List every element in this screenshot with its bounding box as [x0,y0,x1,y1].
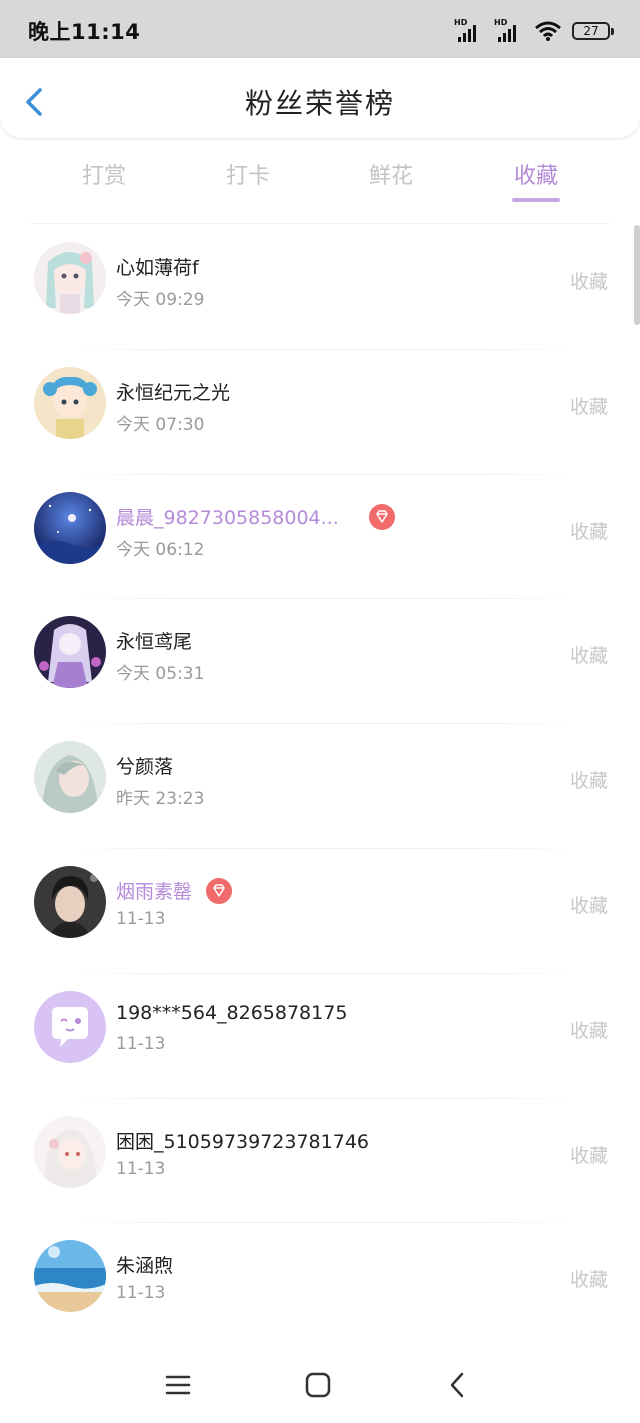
row-time: 11-13 [116,1158,166,1179]
avatar[interactable] [34,990,106,1063]
avatar[interactable] [34,242,106,314]
avatar[interactable] [34,366,106,439]
list-item[interactable]: 兮颜落 昨天 23:23 收藏 [0,724,640,849]
avatar[interactable] [34,741,106,814]
row-time: 今天 09:29 [116,290,205,310]
chevron-left-icon [450,1372,464,1398]
list-item[interactable]: 198***564_8265878175 11-13 收藏 [0,974,640,1099]
row-action-label: 收藏 [569,770,608,793]
row-time: 今天 07:30 [116,414,205,435]
avatar[interactable] [34,491,106,564]
row-action-label: 收藏 [569,395,608,418]
user-name[interactable]: 晨晨_9827305858004... [116,503,339,530]
tab-checkin[interactable]: 打卡 [208,158,288,190]
user-name[interactable]: 朱涵煦 [116,1251,173,1278]
tab-bar: 打赏 打卡 鲜花 收藏 [0,148,640,208]
row-action-label: 收藏 [569,1269,608,1292]
avatar[interactable] [34,1115,106,1188]
system-back-button[interactable] [438,1365,478,1405]
tab-flowers[interactable]: 鲜花 [351,158,431,190]
list-item[interactable]: 永恒纪元之光 今天 07:30 收藏 [0,350,640,475]
page-title: 粉丝荣誉榜 [244,87,395,120]
row-action-label: 收藏 [569,1019,608,1042]
tab-tip[interactable]: 打赏 [64,158,144,190]
user-name[interactable]: 198***564_8265878175 [116,1002,347,1024]
status-bar: 晚上11:14 HD HD 27 [0,0,640,62]
list-item[interactable]: 朱涵煦 11-13 收藏 [0,1223,640,1348]
divider [30,223,610,224]
system-nav-bar [0,1345,640,1423]
default-avatar-chat-icon [34,990,106,1063]
list-item[interactable]: 烟雨素罄 11-13 收藏 [0,849,640,974]
avatar[interactable] [34,865,106,938]
row-action-label: 收藏 [569,1144,608,1167]
row-action-label: 收藏 [569,271,608,293]
cellular-signal-icon: HD [494,18,524,44]
user-name[interactable]: 永恒纪元之光 [116,378,230,405]
user-name[interactable]: 心如薄荷f [116,253,199,280]
row-time: 11-13 [116,1283,166,1304]
menu-button[interactable] [158,1365,198,1405]
app-header: 粉丝荣誉榜 [0,58,640,138]
user-name[interactable]: 永恒鸢尾 [116,627,192,654]
user-name[interactable]: 兮颜落 [116,752,173,779]
list-item[interactable]: 心如薄荷f 今天 09:29 收藏 [0,225,640,350]
avatar[interactable] [34,616,106,689]
scrollbar[interactable] [634,225,640,325]
home-button[interactable] [298,1365,338,1405]
menu-icon [165,1375,191,1395]
row-time: 昨天 23:23 [116,789,205,810]
row-time: 11-13 [116,908,166,929]
row-time: 11-13 [116,1033,166,1054]
user-name[interactable]: 困困_51059739723781746 [116,1127,369,1154]
fan-list: 心如薄荷f 今天 09:29 收藏 永恒纪元之光 今天 07:30 收藏 晨晨_… [0,225,640,1348]
vip-diamond-icon [206,877,232,904]
row-time: 今天 05:31 [116,664,205,685]
row-action-label: 收藏 [569,894,608,917]
battery-icon: 27 [572,22,614,40]
row-time: 今天 06:12 [116,539,205,560]
user-name[interactable]: 烟雨素罄 [116,877,192,904]
status-time: 晚上11:14 [28,20,141,44]
tab-favorites[interactable]: 收藏 [496,158,576,190]
status-icons: HD HD 27 [454,18,614,44]
cellular-signal-icon: HD [454,18,484,44]
battery-level: 27 [583,24,599,38]
list-item[interactable]: 困困_51059739723781746 11-13 收藏 [0,1099,640,1224]
list-item[interactable]: 晨晨_9827305858004... 今天 06:12 收藏 [0,475,640,600]
wifi-icon [535,21,561,41]
active-tab-indicator [512,198,560,202]
list-item[interactable]: 永恒鸢尾 今天 05:31 收藏 [0,599,640,724]
home-square-icon [305,1372,331,1398]
avatar[interactable] [34,1240,106,1313]
row-action-label: 收藏 [569,520,608,543]
row-action-label: 收藏 [569,645,608,668]
vip-diamond-icon [369,503,395,530]
